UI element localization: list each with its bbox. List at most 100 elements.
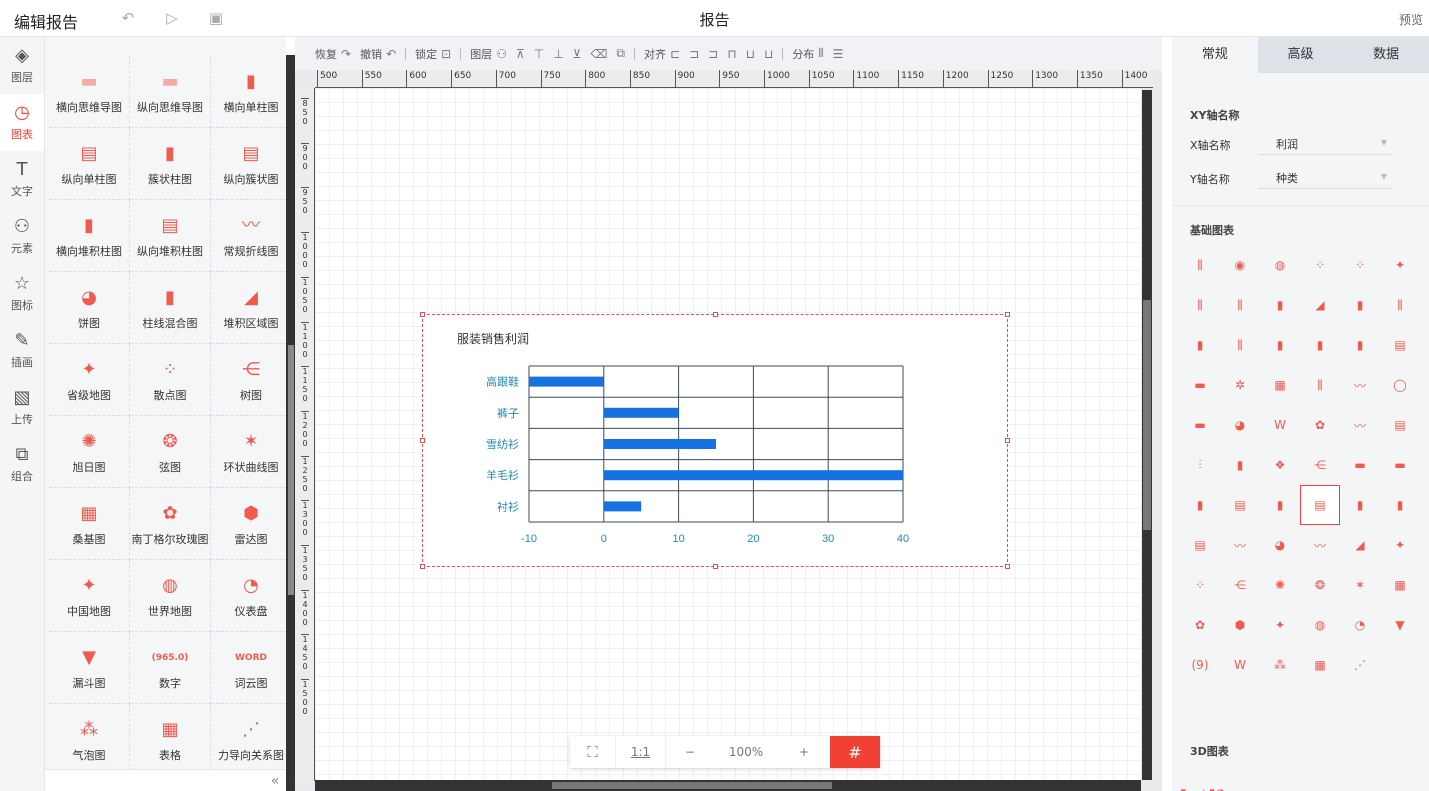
basic-chart-thumbnail-icon[interactable]: ✿ <box>1180 605 1220 645</box>
basic-chart-thumbnail-icon[interactable]: ⫼ <box>1220 285 1260 325</box>
basic-chart-thumbnail-icon[interactable]: ▮ <box>1260 285 1300 325</box>
basic-chart-thumbnail-icon[interactable]: ◕ <box>1220 405 1260 445</box>
redo-label[interactable]: 恢复 <box>315 46 337 62</box>
nav-item-text[interactable]: T 文字 <box>0 151 44 208</box>
basic-chart-thumbnail-icon[interactable]: (9) <box>1180 645 1220 685</box>
palette-item[interactable]: ▤ 纵向堆积柱图 <box>130 200 211 272</box>
undo-label[interactable]: 撤销 <box>360 46 382 62</box>
grid-icon[interactable]: # <box>830 736 880 768</box>
basic-chart-thumbnail-icon[interactable]: ▤ <box>1180 525 1220 565</box>
delete-icon[interactable]: ⌫ <box>590 47 607 61</box>
basic-chart-thumbnail-icon[interactable]: ◍ <box>1300 605 1340 645</box>
basic-chart-thumbnail-icon[interactable]: ▤ <box>1220 485 1260 525</box>
basic-chart-thumbnail-icon[interactable]: ▤ <box>1380 325 1420 365</box>
layer-group-icon[interactable]: ⚇ <box>496 47 507 61</box>
basic-chart-thumbnail-icon[interactable]: ◢ <box>1300 285 1340 325</box>
palette-item[interactable]: ▮ 横向堆积柱图 <box>49 200 130 272</box>
basic-chart-thumbnail-icon[interactable]: ◔ <box>1340 605 1380 645</box>
basic-chart-thumbnail-icon[interactable]: ▤ <box>1380 405 1420 445</box>
basic-chart-thumbnail-icon[interactable]: ▮ <box>1380 485 1420 525</box>
palette-item[interactable]: ▤ 纵向单柱图 <box>49 128 130 200</box>
send-bottom-icon[interactable]: ⊻ <box>573 47 582 61</box>
palette-item[interactable]: ✿ 南丁格尔玫瑰图 <box>130 488 211 560</box>
basic-chart-thumbnail-icon[interactable]: 〰 <box>1340 405 1380 445</box>
tab-general[interactable]: 常规 <box>1172 37 1258 73</box>
basic-chart-thumbnail-icon[interactable]: ▬ <box>1180 365 1220 405</box>
basic-chart-thumbnail-icon[interactable]: ⫶ <box>1180 445 1220 485</box>
align-center-h-icon[interactable]: ⊐ <box>689 47 699 61</box>
basic-chart-thumbnail-icon[interactable]: ▮ <box>1260 485 1300 525</box>
basic-chart-thumbnail-icon[interactable]: ▬ <box>1380 445 1420 485</box>
nav-item-chart[interactable]: ◷ 图表 <box>0 94 44 151</box>
palette-item[interactable]: ◕ 饼图 <box>49 272 130 344</box>
basic-chart-thumbnail-icon[interactable]: ⬢ <box>1220 605 1260 645</box>
basic-chart-thumbnail-icon[interactable]: ▦ <box>1260 365 1300 405</box>
align-right-icon[interactable]: ⊐ <box>708 47 718 61</box>
basic-chart-thumbnail-icon[interactable]: ◢ <box>1340 525 1380 565</box>
palette-item[interactable]: ▬ 横向思维导图 <box>49 56 130 128</box>
undo-icon[interactable]: ↶ <box>118 8 138 28</box>
basic-chart-thumbnail-icon[interactable]: ▮ <box>1260 325 1300 365</box>
basic-chart-thumbnail-icon[interactable]: ⁘ <box>1180 565 1220 605</box>
send-backward-icon[interactable]: ⊥ <box>553 47 563 61</box>
tab-data[interactable]: 数据 <box>1343 37 1429 73</box>
palette-item[interactable]: 〰常规折线图 <box>211 200 292 272</box>
basic-chart-thumbnail-icon[interactable]: ⫼ <box>1300 365 1340 405</box>
basic-chart-thumbnail-icon[interactable]: ✲ <box>1220 365 1260 405</box>
palette-item[interactable]: ◔ 仪表盘 <box>211 560 292 632</box>
bring-top-icon[interactable]: ⊼ <box>516 47 525 61</box>
basic-chart-thumbnail-icon[interactable]: ✿ <box>1300 405 1340 445</box>
basic-chart-thumbnail-icon[interactable]: ❖ <box>1260 445 1300 485</box>
basic-chart-thumbnail-icon[interactable]: ⁘ <box>1300 245 1340 285</box>
distribute-h-icon[interactable]: ⦀ <box>818 46 823 61</box>
basic-chart-thumbnail-icon[interactable]: ⫼ <box>1380 285 1420 325</box>
align-left-icon[interactable]: ⊏ <box>670 47 680 61</box>
basic-chart-thumbnail-icon[interactable]: ⋰ <box>1340 645 1380 685</box>
basic-chart-thumbnail-icon[interactable]: ▮ <box>1220 445 1260 485</box>
3d-chart-thumbnail-icon[interactable]: ▮ <box>1180 773 1187 791</box>
basic-chart-thumbnail-icon[interactable]: ▬ <box>1340 445 1380 485</box>
undo-icon[interactable]: ↶ <box>386 47 396 61</box>
basic-chart-thumbnail-icon[interactable]: ⫼ <box>1220 325 1260 365</box>
3d-chart-thumbnail-icon[interactable]: ⁘ <box>1199 773 1209 791</box>
3d-chart-thumbnail-icon[interactable]: ◕ <box>1215 773 1225 791</box>
basic-chart-thumbnail-icon[interactable]: ◉ <box>1220 245 1260 285</box>
palette-item[interactable]: WORD 词云图 <box>211 632 292 704</box>
basic-chart-thumbnail-icon[interactable]: ▦ <box>1300 645 1340 685</box>
preview-button[interactable]: 预览 <box>1399 11 1423 28</box>
basic-chart-thumbnail-icon[interactable]: ▮ <box>1340 485 1380 525</box>
basic-chart-thumbnail-icon[interactable]: ✶ <box>1340 565 1380 605</box>
palette-item[interactable]: ▦ 表格 <box>130 704 211 776</box>
palette-item[interactable]: ✶ 环状曲线图 <box>211 416 292 488</box>
basic-chart-thumbnail-icon[interactable]: ⫼ <box>1180 245 1220 285</box>
canvas-horizontal-scrollbar[interactable] <box>315 780 1141 791</box>
collapse-icon[interactable]: « <box>264 770 286 791</box>
redo-icon[interactable]: ↷ <box>341 47 351 61</box>
basic-chart-thumbnail-icon[interactable]: 〰 <box>1340 365 1380 405</box>
save-icon[interactable]: ▣ <box>206 8 226 28</box>
basic-chart-thumbnail-icon[interactable]: ⋲ <box>1220 565 1260 605</box>
align-bottom-icon[interactable]: ⊔ <box>764 47 773 61</box>
palette-item[interactable]: ▼ 漏斗图 <box>49 632 130 704</box>
basic-chart-thumbnail-icon[interactable]: ▬ <box>1180 405 1220 445</box>
basic-chart-thumbnail-icon[interactable]: ▮ <box>1340 325 1380 365</box>
basic-chart-thumbnail-icon[interactable]: ⫼ <box>1180 285 1220 325</box>
palette-item[interactable]: ▤ 纵向簇状图 <box>211 128 292 200</box>
basic-chart-thumbnail-icon[interactable]: ▮ <box>1180 325 1220 365</box>
palette-item[interactable]: ✦ 中国地图 <box>49 560 130 632</box>
align-middle-icon[interactable]: ⊔ <box>746 47 755 61</box>
scrollbar-thumb[interactable] <box>288 345 294 595</box>
nav-item-elements[interactable]: ⚇ 元素 <box>0 208 44 265</box>
basic-chart-thumbnail-icon[interactable]: ⁘ <box>1340 245 1380 285</box>
palette-item[interactable]: ◍ 世界地图 <box>130 560 211 632</box>
basic-chart-thumbnail-icon[interactable]: ✦ <box>1260 605 1300 645</box>
basic-chart-thumbnail-icon[interactable]: ✺ <box>1260 565 1300 605</box>
palette-item[interactable]: ▦ 桑基图 <box>49 488 130 560</box>
basic-chart-thumbnail-icon[interactable]: ◯ <box>1380 365 1420 405</box>
basic-chart-thumbnail-icon[interactable]: ▮ <box>1340 285 1380 325</box>
play-icon[interactable]: ▷ <box>162 8 182 28</box>
3d-chart-thumbnail-icon[interactable]: ▮ <box>1209 773 1216 791</box>
nav-item-upload-image[interactable]: ▧ 上传 <box>0 379 44 436</box>
basic-chart-thumbnail-icon[interactable]: ◕ <box>1260 525 1300 565</box>
nav-item-layers[interactable]: ◈ 图层 <box>0 37 44 94</box>
